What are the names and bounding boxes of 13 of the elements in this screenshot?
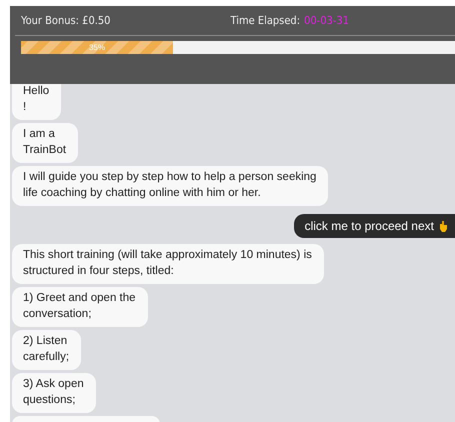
- progress-label: 35%: [88, 43, 105, 52]
- chat-message: 3) Ask open questions;: [12, 373, 96, 413]
- time-label: Time Elapsed:: [230, 14, 300, 27]
- time-value: 00-03-31: [304, 14, 349, 27]
- chat-message: 1) Greet and open the conversation;: [12, 287, 148, 327]
- proceed-button[interactable]: click me to proceed next: [294, 214, 455, 238]
- chat-message: Hello !: [12, 84, 62, 120]
- chat-message: I will guide you step by step how to help a person seeking life coaching by chatting online with him or her.: [12, 166, 328, 206]
- bonus-text: Your Bonus: £0.50: [21, 14, 110, 27]
- chat-message: I am a TrainBot: [12, 123, 78, 163]
- chat-message: This short training (will take approximately 10 minutes) is structured in four steps, titled:: [12, 244, 324, 284]
- pointing-hand-icon: [439, 220, 448, 232]
- chat-message: 2) Listen carefully;: [12, 330, 82, 370]
